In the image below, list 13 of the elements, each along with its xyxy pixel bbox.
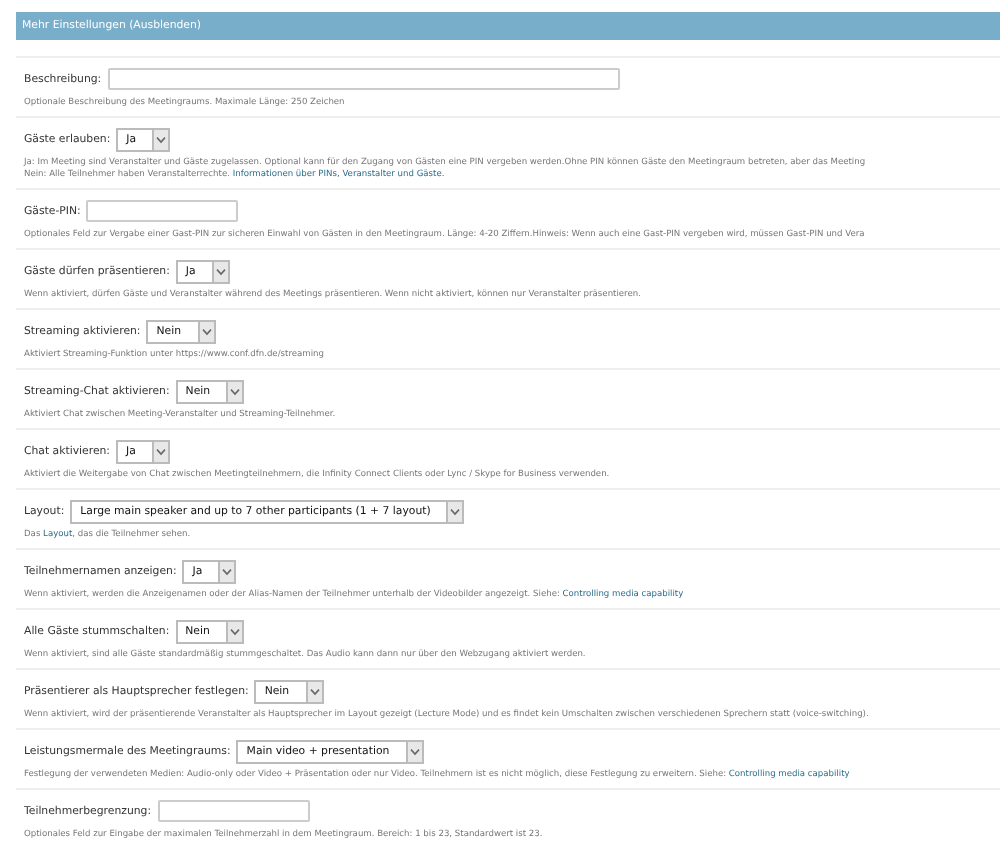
chevron-down-icon: [450, 507, 461, 515]
chevron-down-icon: [230, 387, 241, 395]
chevron-down-icon: [222, 567, 233, 575]
input-field[interactable]: [157, 800, 310, 822]
chevron-down-icon: [201, 327, 212, 335]
chevron-down-icon: [156, 135, 167, 143]
chevron-down-icon: [309, 687, 320, 695]
chevron-down-icon: [215, 267, 226, 275]
chevron-down-icon: [409, 747, 420, 755]
chevron-down-icon: [155, 447, 166, 455]
input-field[interactable]: [86, 200, 239, 222]
chevron-down-icon: [229, 627, 240, 635]
input-field[interactable]: [107, 68, 620, 90]
